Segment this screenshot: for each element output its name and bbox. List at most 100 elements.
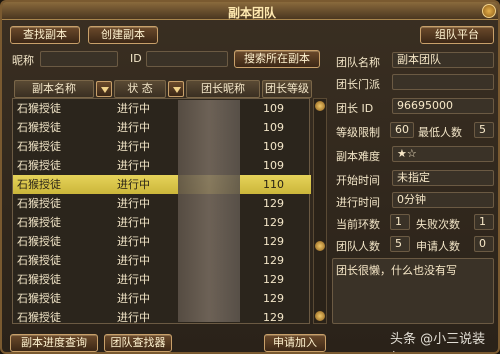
row-instance-name: 石猴授徒 bbox=[17, 178, 61, 191]
group-platform-button[interactable]: 组队平台 bbox=[420, 26, 494, 44]
round-label: 当前环数 bbox=[336, 218, 380, 231]
elapsed-field: 0分钟 bbox=[392, 192, 494, 208]
scroll-down-icon[interactable] bbox=[315, 311, 325, 321]
row-instance-name: 石猴授徒 bbox=[17, 292, 61, 305]
team-name-field: 副本团队 bbox=[392, 52, 494, 68]
apply-field: 0 bbox=[474, 236, 494, 252]
watermark: 头条 @小三说装幻 bbox=[390, 332, 486, 352]
table-row[interactable]: 石猴授徒 进行中 129 bbox=[13, 270, 311, 289]
row-instance-name: 石猴授徒 bbox=[17, 140, 61, 153]
row-status: 进行中 bbox=[117, 311, 150, 324]
chevron-down-icon[interactable] bbox=[168, 81, 184, 97]
team-size-label: 团队人数 bbox=[336, 240, 380, 253]
chevron-down-icon[interactable] bbox=[96, 81, 112, 97]
row-status: 进行中 bbox=[117, 178, 150, 191]
table-row[interactable]: 石猴授徒 进行中 129 bbox=[13, 194, 311, 213]
instance-list: 石猴授徒 进行中 109 石猴授徒 进行中 109 石猴授徒 进行中 109 石猴授徒 进行中… bbox=[12, 98, 311, 325]
round-field: 1 bbox=[390, 214, 410, 230]
table-header: 副本名称 状 态 团长昵称 团长等级 bbox=[12, 80, 312, 98]
leader-id-label: 团长 ID bbox=[336, 102, 374, 115]
row-instance-name: 石猴授徒 bbox=[17, 311, 61, 324]
row-status: 进行中 bbox=[117, 273, 150, 286]
table-row[interactable]: 石猴授徒 进行中 109 bbox=[13, 118, 311, 137]
table-row[interactable]: 石猴授徒 进行中 129 bbox=[13, 232, 311, 251]
scroll-up-icon[interactable] bbox=[315, 101, 325, 111]
fail-field: 1 bbox=[474, 214, 494, 230]
elapsed-label: 进行时间 bbox=[336, 196, 380, 209]
row-status: 进行中 bbox=[117, 254, 150, 267]
row-level: 129 bbox=[263, 311, 284, 324]
team-name-label: 团队名称 bbox=[336, 56, 380, 69]
instance-team-window: 副本团队 查找副本 创建副本 组队平台 昵称 ID 搜索所在副本 副本名称 状 … bbox=[0, 0, 500, 354]
col-instance-name[interactable]: 副本名称 bbox=[14, 80, 94, 98]
row-instance-name: 石猴授徒 bbox=[17, 121, 61, 134]
row-status: 进行中 bbox=[117, 197, 150, 210]
apply-join-button[interactable]: 申请加入 bbox=[264, 334, 326, 352]
id-label: ID bbox=[130, 52, 142, 65]
row-status: 进行中 bbox=[117, 292, 150, 305]
nickname-input[interactable] bbox=[40, 51, 118, 67]
nickname-label: 昵称 bbox=[12, 54, 34, 67]
sect-label: 团长门派 bbox=[336, 78, 380, 91]
id-input[interactable] bbox=[146, 51, 228, 67]
close-icon[interactable] bbox=[482, 4, 496, 18]
row-instance-name: 石猴授徒 bbox=[17, 102, 61, 115]
min-players-field: 5 bbox=[474, 122, 494, 138]
fail-label: 失败次数 bbox=[416, 218, 460, 231]
scroll-thumb-icon[interactable] bbox=[315, 241, 325, 251]
row-status: 进行中 bbox=[117, 102, 150, 115]
row-level: 129 bbox=[263, 254, 284, 267]
row-level: 109 bbox=[263, 102, 284, 115]
row-instance-name: 石猴授徒 bbox=[17, 273, 61, 286]
row-level: 129 bbox=[263, 197, 284, 210]
team-size-field: 5 bbox=[390, 236, 410, 252]
row-level: 110 bbox=[263, 178, 284, 191]
table-row[interactable]: 石猴授徒 进行中 129 bbox=[13, 308, 311, 325]
difficulty-field: ★☆ bbox=[392, 146, 494, 162]
row-level: 129 bbox=[263, 216, 284, 229]
row-level: 129 bbox=[263, 235, 284, 248]
row-level: 109 bbox=[263, 159, 284, 172]
leader-message: 团长很懒，什么也没有写 bbox=[332, 258, 494, 324]
start-time-field: 未指定 bbox=[392, 170, 494, 186]
search-instance-button[interactable]: 搜索所在副本 bbox=[234, 50, 320, 68]
leader-nickname-blur bbox=[178, 100, 240, 322]
table-row[interactable]: 石猴授徒 进行中 129 bbox=[13, 213, 311, 232]
row-level: 129 bbox=[263, 292, 284, 305]
table-row[interactable]: 石猴授徒 进行中 109 bbox=[13, 99, 311, 118]
col-leader-level[interactable]: 团长等级 bbox=[262, 80, 312, 98]
start-time-label: 开始时间 bbox=[336, 174, 380, 187]
window-title: 副本团队 bbox=[227, 6, 276, 20]
create-instance-button[interactable]: 创建副本 bbox=[88, 26, 158, 44]
progress-query-button[interactable]: 副本进度查询 bbox=[10, 334, 98, 352]
row-instance-name: 石猴授徒 bbox=[17, 235, 61, 248]
table-row[interactable]: 石猴授徒 进行中 109 bbox=[13, 137, 311, 156]
sect-field bbox=[392, 74, 494, 90]
find-instance-button[interactable]: 查找副本 bbox=[10, 26, 80, 44]
row-status: 进行中 bbox=[117, 121, 150, 134]
row-instance-name: 石猴授徒 bbox=[17, 197, 61, 210]
title-bar[interactable]: 副本团队 bbox=[2, 2, 498, 20]
level-limit-label: 等级限制 bbox=[336, 126, 380, 139]
col-leader-nickname[interactable]: 团长昵称 bbox=[186, 80, 260, 98]
row-instance-name: 石猴授徒 bbox=[17, 254, 61, 267]
row-level: 109 bbox=[263, 121, 284, 134]
row-instance-name: 石猴授徒 bbox=[17, 159, 61, 172]
difficulty-label: 副本难度 bbox=[336, 150, 380, 163]
row-status: 进行中 bbox=[117, 140, 150, 153]
leader-id-field: 96695000 bbox=[392, 98, 494, 114]
col-status[interactable]: 状 态 bbox=[114, 80, 166, 98]
team-finder-button[interactable]: 团队查找器 bbox=[104, 334, 172, 352]
min-players-label: 最低人数 bbox=[418, 126, 462, 139]
row-status: 进行中 bbox=[117, 216, 150, 229]
row-status: 进行中 bbox=[117, 159, 150, 172]
table-row[interactable]: 石猴授徒 进行中 109 bbox=[13, 156, 311, 175]
list-scrollbar[interactable] bbox=[313, 98, 327, 324]
table-row[interactable]: 石猴授徒 进行中 129 bbox=[13, 289, 311, 308]
apply-label: 申请人数 bbox=[416, 240, 460, 253]
table-row-selected[interactable]: 石猴授徒 进行中 110 bbox=[13, 175, 311, 194]
row-level: 109 bbox=[263, 140, 284, 153]
table-row[interactable]: 石猴授徒 进行中 129 bbox=[13, 251, 311, 270]
level-limit-field: 60 bbox=[390, 122, 414, 138]
row-instance-name: 石猴授徒 bbox=[17, 216, 61, 229]
